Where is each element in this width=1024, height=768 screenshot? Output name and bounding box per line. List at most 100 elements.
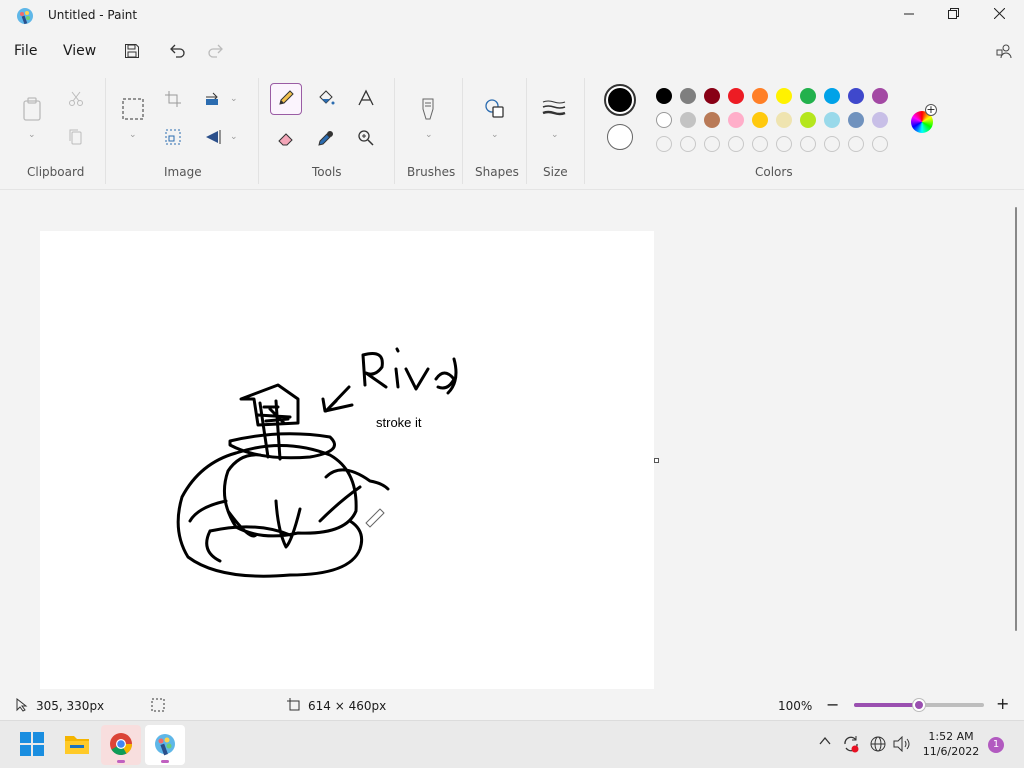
brushes-group-label: Brushes — [407, 165, 456, 179]
restore-button[interactable] — [930, 0, 976, 30]
chrome-icon — [109, 732, 133, 759]
custom-color-slot[interactable] — [800, 136, 816, 152]
file-menu[interactable]: File — [14, 43, 37, 59]
custom-color-slot[interactable] — [704, 136, 720, 152]
ribbon-divider — [462, 78, 463, 184]
crop-button[interactable] — [157, 84, 189, 116]
palette-color-swatch[interactable] — [752, 88, 768, 104]
canvas-resize-handle[interactable] — [654, 458, 659, 463]
palette-color-swatch[interactable] — [800, 112, 816, 128]
flip-dropdown-icon[interactable]: ⌄ — [230, 132, 238, 142]
custom-color-slot[interactable] — [680, 136, 696, 152]
pencil-tool[interactable] — [270, 83, 302, 115]
view-menu[interactable]: View — [63, 43, 96, 59]
palette-color-swatch[interactable] — [728, 112, 744, 128]
rotate-dropdown-icon[interactable]: ⌄ — [230, 94, 238, 104]
palette-color-swatch[interactable] — [776, 88, 792, 104]
magnifier-tool[interactable] — [350, 123, 382, 155]
status-bar: 305, 330px 614 × 460px 100% − + — [0, 690, 1024, 720]
ribbon-divider — [526, 78, 527, 184]
shapes-dropdown-icon[interactable]: ⌄ — [491, 130, 499, 140]
show-hidden-icons-button[interactable] — [819, 735, 831, 749]
palette-color-swatch[interactable] — [704, 112, 720, 128]
size-button[interactable] — [538, 94, 570, 126]
palette-color-swatch[interactable] — [872, 88, 888, 104]
palette-color-swatch[interactable] — [776, 112, 792, 128]
sync-alert-icon[interactable] — [842, 735, 860, 756]
palette-color-swatch[interactable] — [824, 112, 840, 128]
rotate-icon — [204, 91, 222, 110]
primary-color-swatch[interactable] — [604, 84, 636, 116]
start-button[interactable] — [12, 725, 52, 765]
file-explorer-button[interactable] — [57, 725, 97, 765]
palette-color-swatch[interactable] — [800, 88, 816, 104]
zoom-in-button[interactable]: + — [996, 694, 1009, 713]
custom-color-slot[interactable] — [752, 136, 768, 152]
save-button[interactable] — [119, 40, 145, 64]
palette-color-swatch[interactable] — [728, 88, 744, 104]
network-globe-icon[interactable] — [870, 736, 886, 755]
fill-tool[interactable] — [310, 83, 342, 115]
shapes-button[interactable] — [478, 94, 510, 126]
select-dropdown-icon[interactable]: ⌄ — [129, 130, 137, 140]
clock[interactable]: 1:52 AM 11/6/2022 — [920, 729, 982, 759]
brushes-button[interactable] — [412, 94, 444, 126]
close-icon — [993, 7, 1005, 22]
paste-dropdown-icon[interactable]: ⌄ — [28, 130, 36, 140]
undo-button[interactable] — [164, 40, 190, 64]
eyedropper-icon — [317, 129, 335, 150]
volume-icon[interactable] — [893, 735, 911, 755]
rotate-button[interactable] — [197, 84, 229, 116]
brushes-dropdown-icon[interactable]: ⌄ — [425, 130, 433, 140]
custom-color-slot[interactable] — [872, 136, 888, 152]
redo-button[interactable] — [203, 40, 229, 64]
palette-color-swatch[interactable] — [848, 112, 864, 128]
color-picker-tool[interactable] — [310, 123, 342, 155]
custom-color-slot[interactable] — [656, 136, 672, 152]
palette-color-swatch[interactable] — [752, 112, 768, 128]
palette-color-swatch[interactable] — [824, 88, 840, 104]
close-button[interactable] — [976, 0, 1022, 30]
palette-color-swatch[interactable] — [680, 88, 696, 104]
palette-color-swatch[interactable] — [872, 112, 888, 128]
custom-color-slot[interactable] — [776, 136, 792, 152]
pencil-icon — [277, 89, 295, 110]
notification-badge[interactable]: 1 — [988, 737, 1004, 753]
drawing-canvas[interactable]: stroke it — [40, 231, 654, 689]
edit-colors-button[interactable]: + — [909, 104, 937, 134]
text-tool[interactable] — [350, 83, 382, 115]
palette-color-swatch[interactable] — [704, 88, 720, 104]
copy-icon — [69, 129, 83, 148]
eraser-tool[interactable] — [270, 123, 302, 155]
zoom-slider-thumb[interactable] — [913, 699, 925, 711]
custom-color-slot[interactable] — [824, 136, 840, 152]
cursor-position: 305, 330px — [36, 699, 105, 713]
zoom-out-button[interactable]: − — [826, 695, 839, 714]
rectangle-select-icon — [122, 98, 144, 123]
flip-button[interactable] — [197, 122, 229, 154]
custom-color-slot[interactable] — [848, 136, 864, 152]
image-group-label: Image — [164, 165, 202, 179]
paste-button[interactable] — [16, 94, 48, 126]
palette-color-swatch[interactable] — [680, 112, 696, 128]
select-button[interactable] — [117, 94, 149, 126]
chrome-button[interactable] — [101, 725, 141, 765]
copy-button[interactable] — [60, 122, 92, 154]
share-button[interactable] — [991, 40, 1017, 64]
cut-button[interactable] — [60, 84, 92, 116]
windows-logo-icon — [20, 731, 44, 759]
vertical-scrollbar[interactable] — [1015, 207, 1017, 631]
paint-active-indicator — [161, 760, 169, 763]
palette-color-swatch[interactable] — [656, 112, 672, 128]
palette-color-swatch[interactable] — [656, 88, 672, 104]
custom-color-slot[interactable] — [728, 136, 744, 152]
palette-color-swatch[interactable] — [848, 88, 864, 104]
redo-icon — [207, 43, 225, 62]
pencil-cursor — [365, 508, 385, 528]
secondary-color-swatch[interactable] — [607, 124, 633, 150]
paint-taskbar-button[interactable] — [145, 725, 185, 765]
zoom-slider[interactable] — [854, 699, 984, 711]
size-dropdown-icon[interactable]: ⌄ — [551, 130, 559, 140]
resize-button[interactable] — [157, 122, 189, 154]
minimize-button[interactable] — [886, 0, 932, 30]
